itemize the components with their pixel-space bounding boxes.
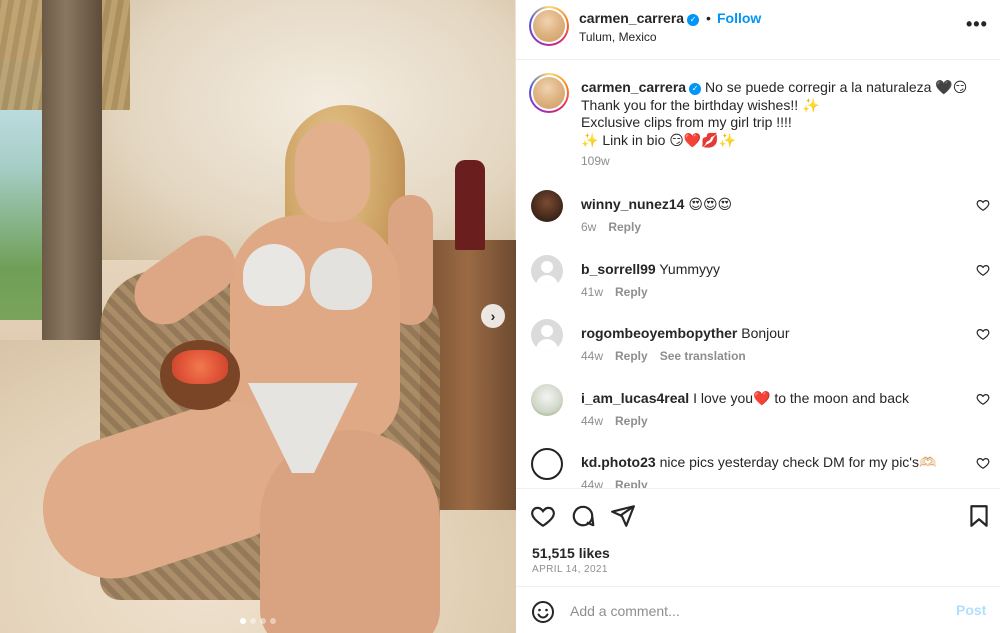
reply-button[interactable]: Reply [615, 349, 648, 363]
comment-item: winny_nunez14 😍😍😍 6w Reply [516, 190, 1000, 250]
next-image-button[interactable]: › [481, 304, 505, 328]
caption-line: ✨ Link in bio 😏❤️💋✨ [581, 131, 737, 148]
comments-list[interactable]: carmen_carrera ✓ No se puede corregir a l… [516, 61, 1000, 488]
commenter-avatar[interactable] [531, 319, 563, 351]
comment-text: kd.photo23 nice pics yesterday check DM … [581, 454, 951, 471]
see-translation-button[interactable]: See translation [660, 349, 746, 363]
comment-body: I love you❤️ to the moon and back [693, 390, 909, 406]
comment-like-heart-icon[interactable] [976, 263, 990, 277]
reply-button[interactable]: Reply [608, 220, 641, 234]
post-comment-button[interactable]: Post [956, 602, 986, 618]
comment-text: i_am_lucas4real I love you❤️ to the moon… [581, 390, 951, 407]
separator-dot: • [706, 10, 711, 26]
comment-item: rogombeoyembopyther Bonjour 44w Reply Se… [516, 319, 1000, 379]
caption-text: carmen_carrera ✓ No se puede corregir a l… [581, 79, 981, 149]
more-icon[interactable]: ••• [966, 14, 988, 35]
comment-icon[interactable] [570, 503, 596, 529]
wooden-post [42, 0, 102, 360]
fruit [172, 350, 228, 384]
verified-badge-icon: ✓ [689, 83, 702, 95]
author-username-link[interactable]: carmen_carrera ✓ [579, 10, 700, 26]
comment-item: i_am_lucas4real I love you❤️ to the moon… [516, 384, 1000, 444]
commenter-username[interactable]: i_am_lucas4real [581, 390, 689, 406]
wine-bottle [455, 160, 485, 250]
reply-button[interactable]: Reply [615, 478, 648, 488]
post-details-panel: carmen_carrera ✓ • Follow Tulum, Mexico •… [516, 0, 1000, 633]
caption-line: No se puede corregir a la naturaleza 🖤😏 [704, 79, 968, 95]
post-actions: 51,515 likes APRIL 14, 2021 Post [516, 488, 1000, 633]
carousel-dot [260, 618, 266, 624]
likes-count[interactable]: 51,515 likes [532, 545, 610, 561]
verified-badge-icon: ✓ [687, 14, 700, 26]
comment-meta: 44w Reply [581, 414, 648, 428]
post-header: carmen_carrera ✓ • Follow Tulum, Mexico •… [516, 0, 1000, 60]
caption-avatar[interactable] [529, 73, 569, 113]
comment-body: nice pics yesterday check DM for my pic'… [659, 454, 937, 470]
commenter-username[interactable]: winny_nunez14 [581, 196, 684, 212]
commenter-avatar[interactable] [531, 190, 563, 222]
comment-timestamp[interactable]: 6w [581, 220, 596, 234]
comment-timestamp[interactable]: 44w [581, 478, 603, 488]
person-head [295, 122, 370, 222]
post-image[interactable]: › [0, 0, 516, 633]
carousel-dots [0, 618, 516, 624]
swimwear-top [243, 244, 305, 306]
comment-timestamp[interactable]: 44w [581, 349, 603, 363]
comment-body: Bonjour [741, 325, 790, 341]
comment-input[interactable] [570, 599, 930, 623]
comment-text: rogombeoyembopyther Bonjour [581, 325, 951, 342]
commenter-avatar[interactable] [531, 448, 563, 480]
comment-text: winny_nunez14 😍😍😍 [581, 196, 951, 213]
comment-like-heart-icon[interactable] [976, 456, 990, 470]
reply-button[interactable]: Reply [615, 414, 648, 428]
comment-item: kd.photo23 nice pics yesterday check DM … [516, 448, 1000, 488]
swimwear-top [310, 248, 372, 310]
comment-timestamp[interactable]: 44w [581, 414, 603, 428]
carousel-dot-active [240, 618, 246, 624]
commenter-avatar[interactable] [531, 384, 563, 416]
author-username[interactable]: carmen_carrera [579, 10, 684, 26]
commenter-username[interactable]: b_sorrell99 [581, 261, 656, 277]
add-comment-bar: Post [516, 586, 1000, 633]
reply-button[interactable]: Reply [615, 285, 648, 299]
comment-meta: 41w Reply [581, 285, 648, 299]
comment-item: b_sorrell99 Yummyyy 41w Reply [516, 255, 1000, 315]
caption-timestamp[interactable]: 109w [581, 154, 610, 168]
comment-body: 😍😍😍 [688, 196, 733, 212]
caption-line: Exclusive clips from my girl trip !!!! [581, 114, 792, 130]
carousel-dot [250, 618, 256, 624]
caption-line: Thank you for the birthday wishes!! ✨ [581, 96, 820, 113]
chevron-right-icon: › [490, 308, 496, 324]
carousel-dot [270, 618, 276, 624]
comment-meta: 44w Reply See translation [581, 349, 746, 363]
author-avatar[interactable] [529, 6, 569, 46]
post-date[interactable]: APRIL 14, 2021 [532, 564, 608, 575]
comment-text: b_sorrell99 Yummyyy [581, 261, 951, 278]
share-icon[interactable] [610, 503, 636, 529]
comment-meta: 6w Reply [581, 220, 641, 234]
heart-icon[interactable] [530, 503, 556, 529]
commenter-username[interactable]: kd.photo23 [581, 454, 656, 470]
commenter-avatar[interactable] [531, 255, 563, 287]
comment-meta: 44w Reply [581, 478, 648, 488]
caption-username[interactable]: carmen_carrera [581, 79, 686, 95]
comment-like-heart-icon[interactable] [976, 392, 990, 406]
comment-like-heart-icon[interactable] [976, 198, 990, 212]
follow-button[interactable]: Follow [717, 10, 761, 26]
comment-timestamp[interactable]: 41w [581, 285, 603, 299]
comment-body: Yummyyy [659, 261, 721, 277]
comment-like-heart-icon[interactable] [976, 327, 990, 341]
commenter-username[interactable]: rogombeoyembopyther [581, 325, 737, 341]
location-link[interactable]: Tulum, Mexico [579, 30, 657, 44]
emoji-icon[interactable] [531, 600, 555, 624]
bookmark-icon[interactable] [966, 503, 992, 529]
